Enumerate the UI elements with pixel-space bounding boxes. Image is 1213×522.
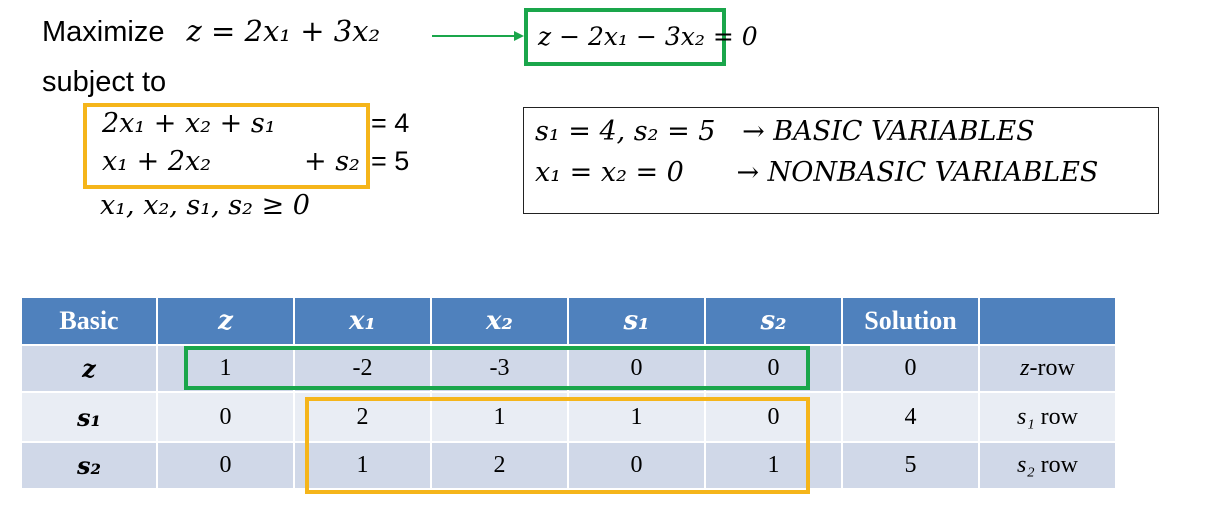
row-label-cell: z-row [978,344,1117,393]
maximize-word: Maximize [42,16,165,48]
constraint-2-rhs: = 5 [371,146,410,176]
row-label-var: s₁ [1016,403,1035,430]
subject-to-label: subject to [42,66,167,98]
row-label-cell: s₂ row [978,441,1117,490]
constraint-rows-highlight-box [305,397,810,494]
row-label-text: row [1034,403,1078,430]
header-row-label [978,296,1117,346]
arrow-right-icon [432,31,524,41]
basic-label: → BASIC VARIABLES [742,116,1035,147]
row-label-var: z [1020,355,1030,381]
header-s2: s₂ [704,296,843,346]
nonbasic-label: → NONBASIC VARIABLES [736,157,1099,188]
objective-row-equation: z − 2x₁ − 3x₂ = 0 [538,22,758,51]
solution-cell: 0 [841,344,980,393]
solution-cell: 4 [841,391,980,443]
row-label-cell: s₁ row [978,391,1117,443]
constraint-1-lhs: 2x₁ + x₂ + s₁ [102,108,276,139]
constraint-1-rhs: = 4 [371,108,410,138]
basic-var-cell: s₁ [20,391,158,443]
z-row-highlight-box [184,346,810,390]
row-label-text: row [1034,452,1078,478]
nonbasic-variables-line: x₁ = x₂ = 0 → NONBASIC VARIABLES [535,157,1098,188]
header-basic: Basic [20,296,158,346]
header-z: z [156,296,295,346]
objective-function: z = 2x₁ + 3x₂ [186,14,381,48]
row-label-var: s₂ [1016,452,1035,478]
nonbasic-assignment: x₁ = x₂ = 0 [535,157,684,188]
header-x1: x₁ [293,296,432,346]
basic-assignment: s₁ = 4, s₂ = 5 [535,116,716,147]
header-s1: s₁ [567,296,706,346]
constraint-2-slack: + s₂ [304,146,360,177]
basic-var-cell: s₂ [20,441,158,490]
tableau-header-row: Basic z x₁ x₂ s₁ s₂ Solution [20,296,1117,346]
constraint-2-lhs: x₁ + 2x₂ [102,146,212,177]
row-label-text: -row [1029,355,1075,381]
objective-statement: Maximize z = 2x₁ + 3x₂ [42,14,380,49]
basic-var-cell: z [20,344,158,393]
header-x2: x₂ [430,296,569,346]
coef-cell: 0 [156,441,295,490]
coef-cell: 0 [156,391,295,443]
basic-variables-line: s₁ = 4, s₂ = 5 → BASIC VARIABLES [535,116,1035,147]
header-solution: Solution [841,296,980,346]
nonnegativity-constraint: x₁, x₂, s₁, s₂ ≥ 0 [100,190,310,221]
solution-cell: 5 [841,441,980,490]
